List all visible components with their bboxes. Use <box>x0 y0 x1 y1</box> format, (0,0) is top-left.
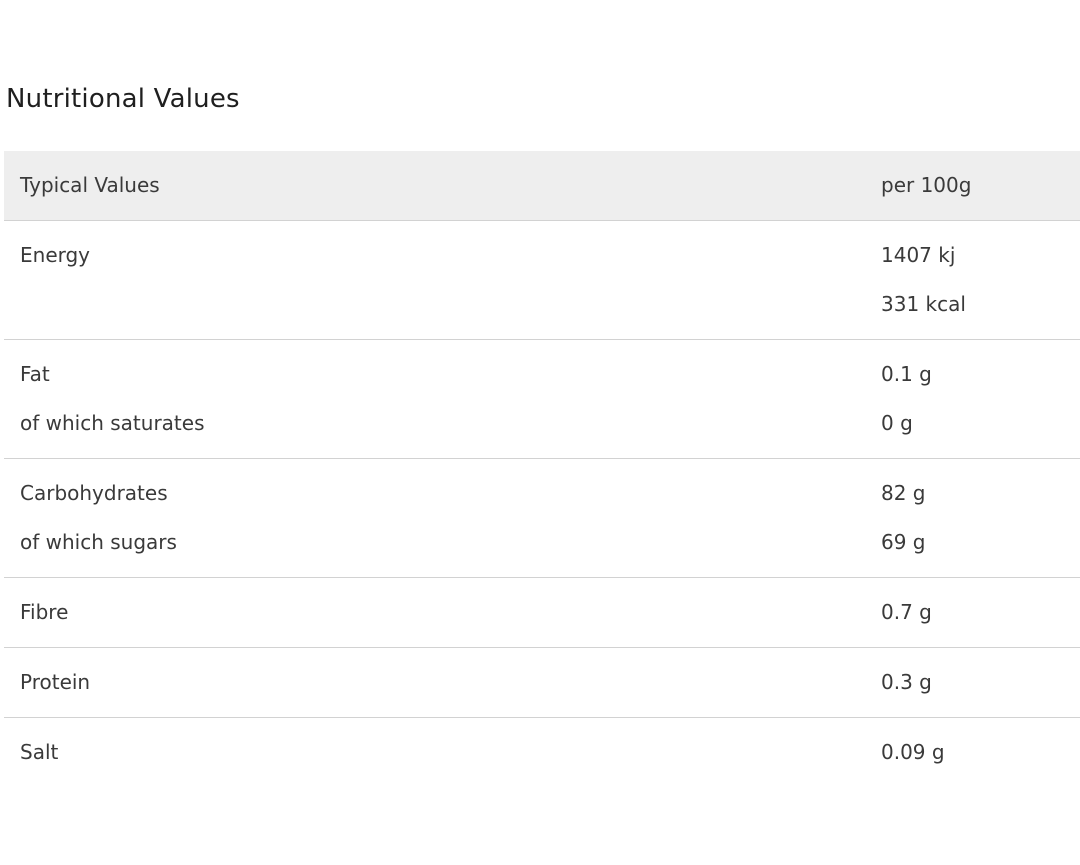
table-row-salt: Salt 0.09 g <box>4 718 1080 787</box>
table-header-row: Typical Values per 100g <box>4 151 1080 221</box>
row-sublabel: of which saturates <box>20 411 205 435</box>
table-row-protein: Protein 0.3 g <box>4 648 1080 718</box>
row-value: 0.7 g <box>881 600 932 624</box>
table-row-fibre: Fibre 0.7 g <box>4 578 1080 648</box>
row-subvalue: 0 g <box>881 411 913 435</box>
table-row-fat: Fat 0.1 g of which saturates 0 g <box>4 340 1080 459</box>
row-label: Protein <box>20 670 91 694</box>
header-value: per 100g <box>881 173 972 197</box>
row-sublabel: of which sugars <box>20 530 177 554</box>
table-row-carbohydrates: Carbohydrates 82 g of which sugars 69 g <box>4 459 1080 578</box>
row-value: 0.1 g <box>881 362 932 386</box>
nutrition-table: Typical Values per 100g Energy 1407 kj 3… <box>4 151 1080 787</box>
row-value: 0.09 g <box>881 740 945 764</box>
row-label: Salt <box>20 740 59 764</box>
row-value: 1407 kj <box>881 243 956 267</box>
table-row-energy: Energy 1407 kj 331 kcal <box>4 221 1080 340</box>
row-label: Fat <box>20 362 50 386</box>
row-label: Carbohydrates <box>20 481 168 505</box>
row-value: 82 g <box>881 481 926 505</box>
page-title: Nutritional Values <box>6 84 240 114</box>
row-label: Fibre <box>20 600 69 624</box>
row-subvalue: 69 g <box>881 530 926 554</box>
row-value: 331 kcal <box>881 292 966 316</box>
row-value: 0.3 g <box>881 670 932 694</box>
row-label: Energy <box>20 243 91 267</box>
header-label: Typical Values <box>20 173 160 197</box>
